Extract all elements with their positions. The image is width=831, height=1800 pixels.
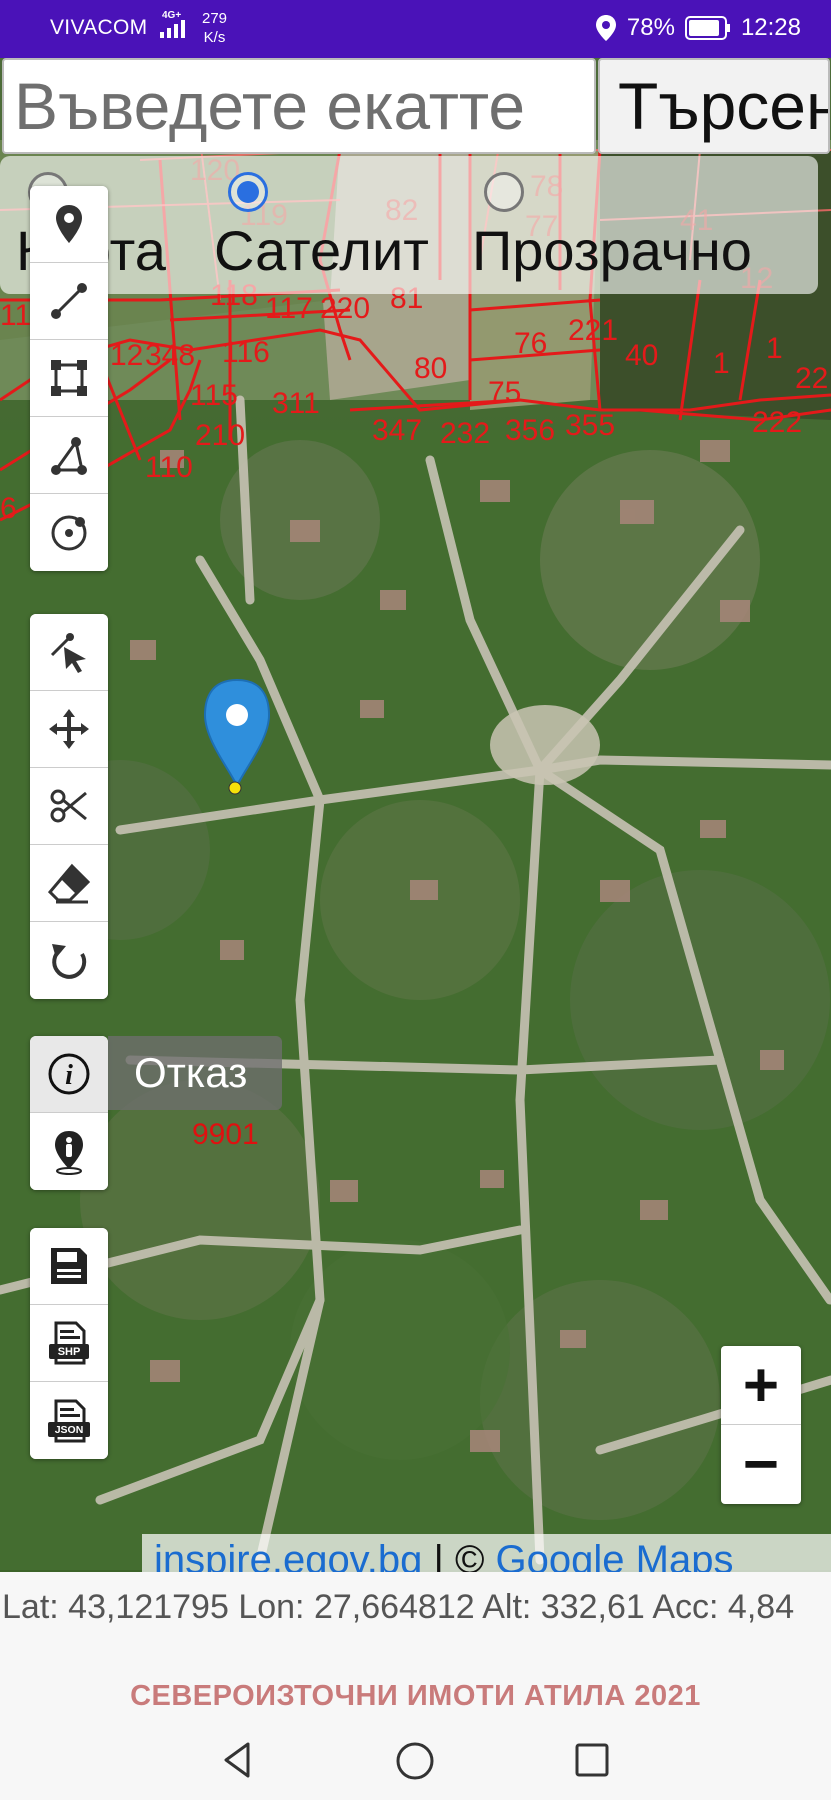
- svg-text:SHP: SHP: [58, 1346, 81, 1358]
- radio-transparent-label[interactable]: Прозрачно: [472, 218, 752, 283]
- home-icon[interactable]: [394, 1740, 436, 1782]
- svg-text:348: 348: [145, 339, 195, 372]
- undo-icon: [52, 943, 87, 979]
- svg-text:117: 117: [265, 292, 313, 325]
- svg-text:75: 75: [488, 376, 521, 409]
- cancel-button[interactable]: Отказ: [108, 1036, 282, 1110]
- location-readout: Lat: 43,121795 Lon: 27,664812 Alt: 332,6…: [2, 1588, 795, 1626]
- svg-text:222: 222: [752, 406, 802, 439]
- ekatte-search-input[interactable]: Въведете екатте: [2, 58, 596, 154]
- move-tool-button[interactable]: [30, 691, 108, 768]
- eraser-tool-button[interactable]: [30, 845, 108, 922]
- svg-text:232: 232: [440, 417, 490, 450]
- info-icon: i: [48, 1053, 90, 1095]
- svg-text:1: 1: [713, 347, 730, 380]
- circle-tool-button[interactable]: [30, 494, 108, 571]
- gps-person-icon: [55, 1130, 83, 1175]
- cut-icon: [50, 789, 87, 823]
- select-tool-button[interactable]: [30, 614, 108, 691]
- radio-satellite-label[interactable]: Сателит: [214, 218, 429, 283]
- svg-text:11: 11: [0, 299, 31, 332]
- layer-selector: Карта Сателит Прозрачно: [0, 156, 818, 294]
- svg-text:40: 40: [625, 339, 658, 372]
- attribution-separator: | ©: [422, 1538, 496, 1572]
- line-icon: [51, 283, 87, 319]
- svg-text:22: 22: [795, 362, 828, 395]
- save-button[interactable]: [30, 1228, 108, 1305]
- speed-value: 279: [202, 10, 228, 27]
- save-icon: [51, 1248, 87, 1284]
- back-icon[interactable]: [218, 1740, 258, 1780]
- svg-text:110: 110: [145, 451, 193, 484]
- marker-icon: [56, 205, 82, 243]
- svg-text:220: 220: [320, 292, 370, 325]
- shp-icon: SHP: [49, 1321, 89, 1365]
- export-json-button[interactable]: JSON: [30, 1382, 108, 1459]
- network-speed: 279 K/s: [202, 9, 227, 47]
- line-tool-button[interactable]: [30, 263, 108, 340]
- angle-tool-button[interactable]: [30, 417, 108, 494]
- clock: 12:28: [740, 14, 801, 41]
- svg-text:JSON: JSON: [55, 1424, 84, 1436]
- zoom-in-button[interactable]: +: [721, 1346, 801, 1425]
- svg-text:355: 355: [565, 409, 615, 442]
- polygon-tool-button[interactable]: [30, 340, 108, 417]
- select-icon: [50, 633, 86, 673]
- svg-text:116: 116: [222, 336, 270, 369]
- svg-text:210: 210: [195, 419, 245, 452]
- info-tool-button[interactable]: i: [30, 1036, 108, 1113]
- draw-toolbar: [30, 186, 108, 571]
- map-attribution: inspire.egov.bg | © Google Maps: [142, 1534, 831, 1572]
- parcel-id-label: 9901: [192, 1118, 259, 1151]
- carrier-name: VIVACOM: [50, 16, 148, 39]
- svg-text:i: i: [65, 1060, 73, 1091]
- radio-transparent[interactable]: [484, 172, 524, 212]
- zoom-out-button[interactable]: −: [721, 1425, 801, 1504]
- gps-location-button[interactable]: [30, 1113, 108, 1190]
- svg-text:115: 115: [190, 379, 238, 412]
- svg-text:12: 12: [110, 339, 143, 372]
- system-navigation-bar: [0, 1722, 831, 1800]
- polygon-icon: [51, 360, 87, 396]
- edit-toolbar: [30, 614, 108, 999]
- svg-text:221: 221: [568, 314, 618, 347]
- circle-icon: [51, 515, 87, 550]
- svg-text:6: 6: [0, 492, 17, 525]
- svg-text:347: 347: [372, 414, 422, 447]
- export-toolbar: SHP JSON: [30, 1228, 108, 1459]
- radio-satellite[interactable]: [228, 172, 268, 212]
- recents-icon[interactable]: [572, 1740, 612, 1780]
- svg-text:356: 356: [505, 414, 555, 447]
- attribution-source-link[interactable]: inspire.egov.bg: [154, 1538, 422, 1572]
- battery-icon: [684, 16, 730, 40]
- location-status-icon: [595, 15, 616, 41]
- battery-percent: 78%: [626, 14, 675, 41]
- svg-text:311: 311: [272, 387, 320, 420]
- marker-tool-button[interactable]: [30, 186, 108, 263]
- svg-text:80: 80: [414, 352, 447, 385]
- signal-icon: [160, 20, 185, 38]
- eraser-icon: [47, 863, 91, 904]
- attribution-maps-link[interactable]: Google Maps: [496, 1538, 734, 1572]
- svg-text:1: 1: [766, 332, 783, 365]
- zoom-control: + −: [721, 1346, 801, 1504]
- info-toolbar: i: [30, 1036, 108, 1190]
- json-icon: JSON: [48, 1399, 90, 1442]
- footer-title: СЕВЕРОИЗТОЧНИ ИМОТИ АТИЛА 2021: [130, 1680, 701, 1712]
- undo-tool-button[interactable]: [30, 922, 108, 999]
- cut-tool-button[interactable]: [30, 768, 108, 845]
- export-shp-button[interactable]: SHP: [30, 1305, 108, 1382]
- svg-text:76: 76: [514, 327, 547, 360]
- speed-unit: K/s: [203, 29, 226, 46]
- bottom-panel: Lat: 43,121795 Lon: 27,664812 Alt: 332,6…: [0, 1572, 831, 1800]
- move-icon: [49, 709, 89, 749]
- search-button[interactable]: Търсене: [598, 58, 830, 154]
- angle-icon: [51, 437, 87, 475]
- status-bar: VIVACOM 4G+ 279 K/s 78% 12:28: [0, 0, 831, 58]
- status-right: 78% 12:28: [595, 14, 801, 42]
